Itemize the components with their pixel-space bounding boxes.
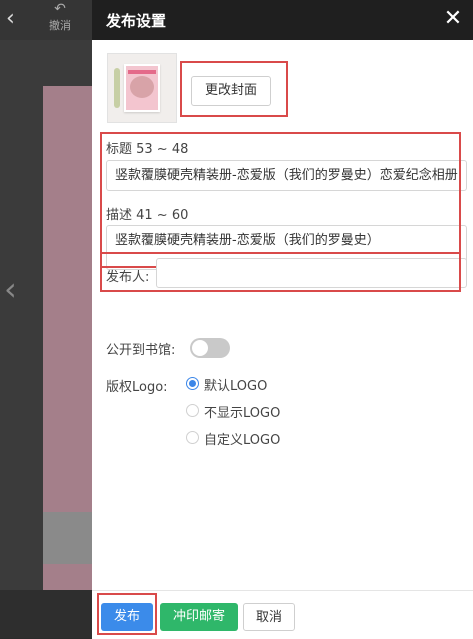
title-label: 标题 53 ~ 48 xyxy=(106,142,189,157)
copyright-logo-label: 版权Logo: xyxy=(106,380,168,395)
title-input[interactable]: 竖款覆膜硬壳精装册-恋爱版（我们的罗曼史）恋爱纪念相册 xyxy=(106,160,467,191)
change-cover-button[interactable]: 更改封面 xyxy=(191,76,271,106)
editor-bottom-bar xyxy=(0,590,92,638)
description-label: 描述 41 ~ 60 xyxy=(106,208,189,223)
undo-arrow-icon: ↶ xyxy=(54,1,66,17)
prev-page-icon[interactable]: ‹ xyxy=(4,270,17,308)
undo-label: 撤消 xyxy=(49,19,71,32)
publisher-label: 发布人: xyxy=(106,270,150,285)
radio-checked-icon xyxy=(186,377,199,390)
radio-unchecked-icon xyxy=(186,404,199,417)
close-icon[interactable]: ✕ xyxy=(441,8,465,32)
publish-button[interactable]: 发布 xyxy=(101,603,153,631)
toggle-knob xyxy=(192,340,208,356)
book-cover-image xyxy=(124,64,160,112)
cover-thumbnail xyxy=(107,53,177,123)
public-library-label: 公开到书馆: xyxy=(106,343,176,358)
panel-header: 发布设置 ✕ xyxy=(92,0,473,40)
print-mail-button[interactable]: 冲印邮寄 xyxy=(160,603,238,631)
undo-button[interactable]: ↶ 撤消 xyxy=(44,2,76,33)
publisher-input[interactable] xyxy=(156,258,467,288)
editor-toolbar: ‹ ↶ 撤消 xyxy=(0,0,92,40)
cancel-button[interactable]: 取消 xyxy=(243,603,295,631)
page-strip xyxy=(43,512,92,564)
radio-unchecked-icon xyxy=(186,431,199,444)
description-text: 竖款覆膜硬壳精装册-恋爱版（我们的罗曼史） xyxy=(115,233,380,248)
publish-settings-panel: 发布设置 ✕ 更改封面 标题 53 ~ 48 竖款覆膜硬壳精装册-恋爱版（我们的… xyxy=(92,0,473,639)
chevron-left-icon[interactable]: ‹ xyxy=(6,8,15,30)
flower-decoration xyxy=(114,68,120,108)
public-library-toggle[interactable] xyxy=(190,338,230,358)
panel-title: 发布设置 xyxy=(106,12,167,30)
